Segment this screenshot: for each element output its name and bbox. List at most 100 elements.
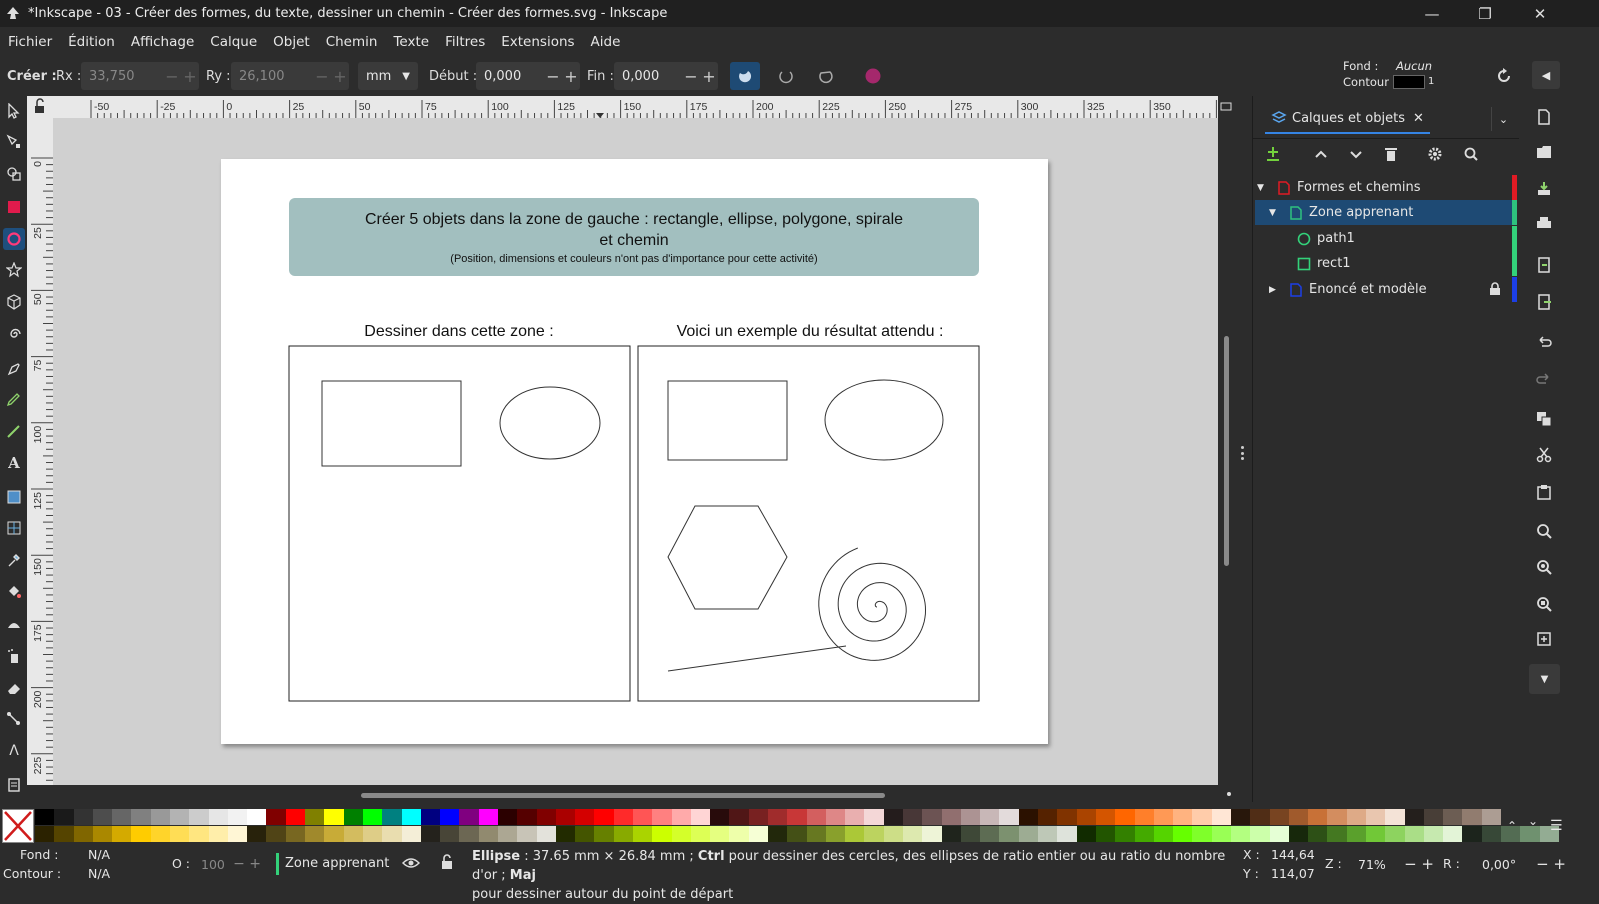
color-swatch[interactable] <box>1385 809 1406 825</box>
minimize-button[interactable]: — <box>1407 0 1457 27</box>
color-swatch[interactable] <box>960 809 981 825</box>
status-fill-value[interactable]: N/A <box>88 847 110 862</box>
star-tool[interactable] <box>3 259 25 281</box>
lock-icon[interactable] <box>27 96 53 118</box>
color-swatch[interactable] <box>980 809 1000 825</box>
color-swatch[interactable] <box>459 826 480 842</box>
tab-layers-objects[interactable]: Calques et objets ✕ <box>1265 104 1430 134</box>
color-swatch[interactable] <box>170 809 190 825</box>
color-swatch[interactable] <box>1462 809 1483 825</box>
color-swatch[interactable] <box>1173 809 1193 825</box>
color-swatch[interactable] <box>768 809 788 825</box>
color-swatch[interactable] <box>170 826 190 842</box>
minus-icon[interactable]: − <box>546 67 559 86</box>
zoom-page-button[interactable] <box>1532 593 1556 615</box>
color-swatch[interactable] <box>845 826 865 842</box>
horizontal-scroll-thumb[interactable] <box>361 793 885 798</box>
left-zone-title[interactable]: Dessiner dans cette zone : <box>364 323 553 340</box>
color-swatch[interactable] <box>266 826 287 842</box>
color-swatch[interactable] <box>999 809 1020 825</box>
color-swatch[interactable] <box>883 826 904 842</box>
color-swatch[interactable] <box>1250 809 1271 825</box>
color-swatch[interactable] <box>266 809 287 825</box>
expand-arrow-icon[interactable]: ▼ <box>1269 208 1285 218</box>
color-swatch[interactable] <box>729 809 750 825</box>
new-document-button[interactable] <box>1532 106 1556 128</box>
zoom-spinbox[interactable]: 71% − + <box>1348 851 1434 877</box>
export-button[interactable] <box>1532 291 1556 313</box>
color-swatch[interactable] <box>613 809 634 825</box>
menu-affichage[interactable]: Affichage <box>131 34 194 50</box>
color-swatch[interactable] <box>632 826 653 842</box>
selector-tool[interactable] <box>3 100 25 122</box>
color-swatch[interactable] <box>227 826 248 842</box>
ry-spinbox[interactable]: 26,100 − + <box>231 62 349 90</box>
color-swatch[interactable] <box>1211 809 1232 825</box>
color-swatch[interactable] <box>864 809 885 825</box>
palette-scroll-up[interactable]: ⌃ <box>1507 819 1517 833</box>
color-swatch[interactable] <box>1481 826 1502 842</box>
color-swatch[interactable] <box>73 826 94 842</box>
color-swatch[interactable] <box>632 809 653 825</box>
close-button[interactable]: ✕ <box>1515 0 1565 27</box>
color-swatch[interactable] <box>1134 809 1155 825</box>
eraser-tool[interactable] <box>3 677 25 699</box>
color-swatch[interactable] <box>575 809 595 825</box>
lock-icon[interactable] <box>1489 282 1501 296</box>
color-swatch[interactable] <box>1423 809 1444 825</box>
color-swatch[interactable] <box>536 826 557 842</box>
minus-icon[interactable]: − <box>684 67 697 86</box>
zoom-drawing-button[interactable] <box>1532 556 1556 578</box>
rotation-spinbox[interactable]: 0,00° − + <box>1466 851 1566 877</box>
color-swatch[interactable] <box>787 809 808 825</box>
spray-tool[interactable] <box>3 645 25 667</box>
color-swatch[interactable] <box>517 809 538 825</box>
color-swatch[interactable] <box>285 809 306 825</box>
calligraphy-tool[interactable] <box>3 420 25 442</box>
color-swatch[interactable] <box>1288 826 1309 842</box>
color-swatch[interactable] <box>54 809 75 825</box>
color-swatch[interactable] <box>1153 826 1174 842</box>
color-swatch[interactable] <box>305 826 325 842</box>
color-swatch[interactable] <box>1327 809 1348 825</box>
color-swatch[interactable] <box>497 826 518 842</box>
menu-edition[interactable]: Édition <box>68 34 115 50</box>
color-swatch[interactable] <box>420 826 441 842</box>
make-whole-button[interactable] <box>858 62 888 90</box>
color-swatch[interactable] <box>112 826 132 842</box>
color-swatch[interactable] <box>613 826 634 842</box>
color-swatch[interactable] <box>497 809 518 825</box>
color-swatch[interactable] <box>73 809 94 825</box>
settings-button[interactable] <box>1427 146 1443 166</box>
color-swatch[interactable] <box>922 809 943 825</box>
whole-ellipse-button[interactable] <box>730 62 760 90</box>
style-fill-value[interactable]: Aucun <box>1396 59 1432 73</box>
color-swatch[interactable] <box>1192 809 1213 825</box>
example-ellipse[interactable] <box>824 379 944 461</box>
color-swatch[interactable] <box>440 809 460 825</box>
color-swatch[interactable] <box>1018 809 1039 825</box>
search-button[interactable] <box>1463 146 1479 166</box>
palette-scroll-down[interactable]: ⌄ <box>1528 814 1538 828</box>
color-swatch[interactable] <box>1134 826 1155 842</box>
color-swatch[interactable] <box>1076 826 1097 842</box>
color-swatch[interactable] <box>362 826 383 842</box>
color-swatch[interactable] <box>1365 809 1386 825</box>
close-tab-icon[interactable]: ✕ <box>1413 111 1424 126</box>
color-swatch[interactable] <box>671 826 692 842</box>
color-swatch[interactable] <box>1327 826 1348 842</box>
pencil-tool[interactable] <box>3 388 25 410</box>
color-swatch[interactable] <box>825 826 846 842</box>
color-swatch[interactable] <box>401 809 422 825</box>
color-swatch[interactable] <box>131 809 152 825</box>
color-swatch[interactable] <box>1520 826 1541 842</box>
vertical-scroll-thumb[interactable] <box>1224 336 1229 566</box>
color-swatch[interactable] <box>536 809 557 825</box>
color-swatch[interactable] <box>555 809 576 825</box>
color-swatch[interactable] <box>1038 809 1058 825</box>
menu-extensions[interactable]: Extensions <box>501 34 574 50</box>
header-title-line2[interactable]: et chemin <box>599 232 668 249</box>
user-ellipse-path1[interactable] <box>499 386 601 460</box>
tweak-tool[interactable] <box>3 613 25 635</box>
unlock-icon[interactable] <box>440 854 454 870</box>
